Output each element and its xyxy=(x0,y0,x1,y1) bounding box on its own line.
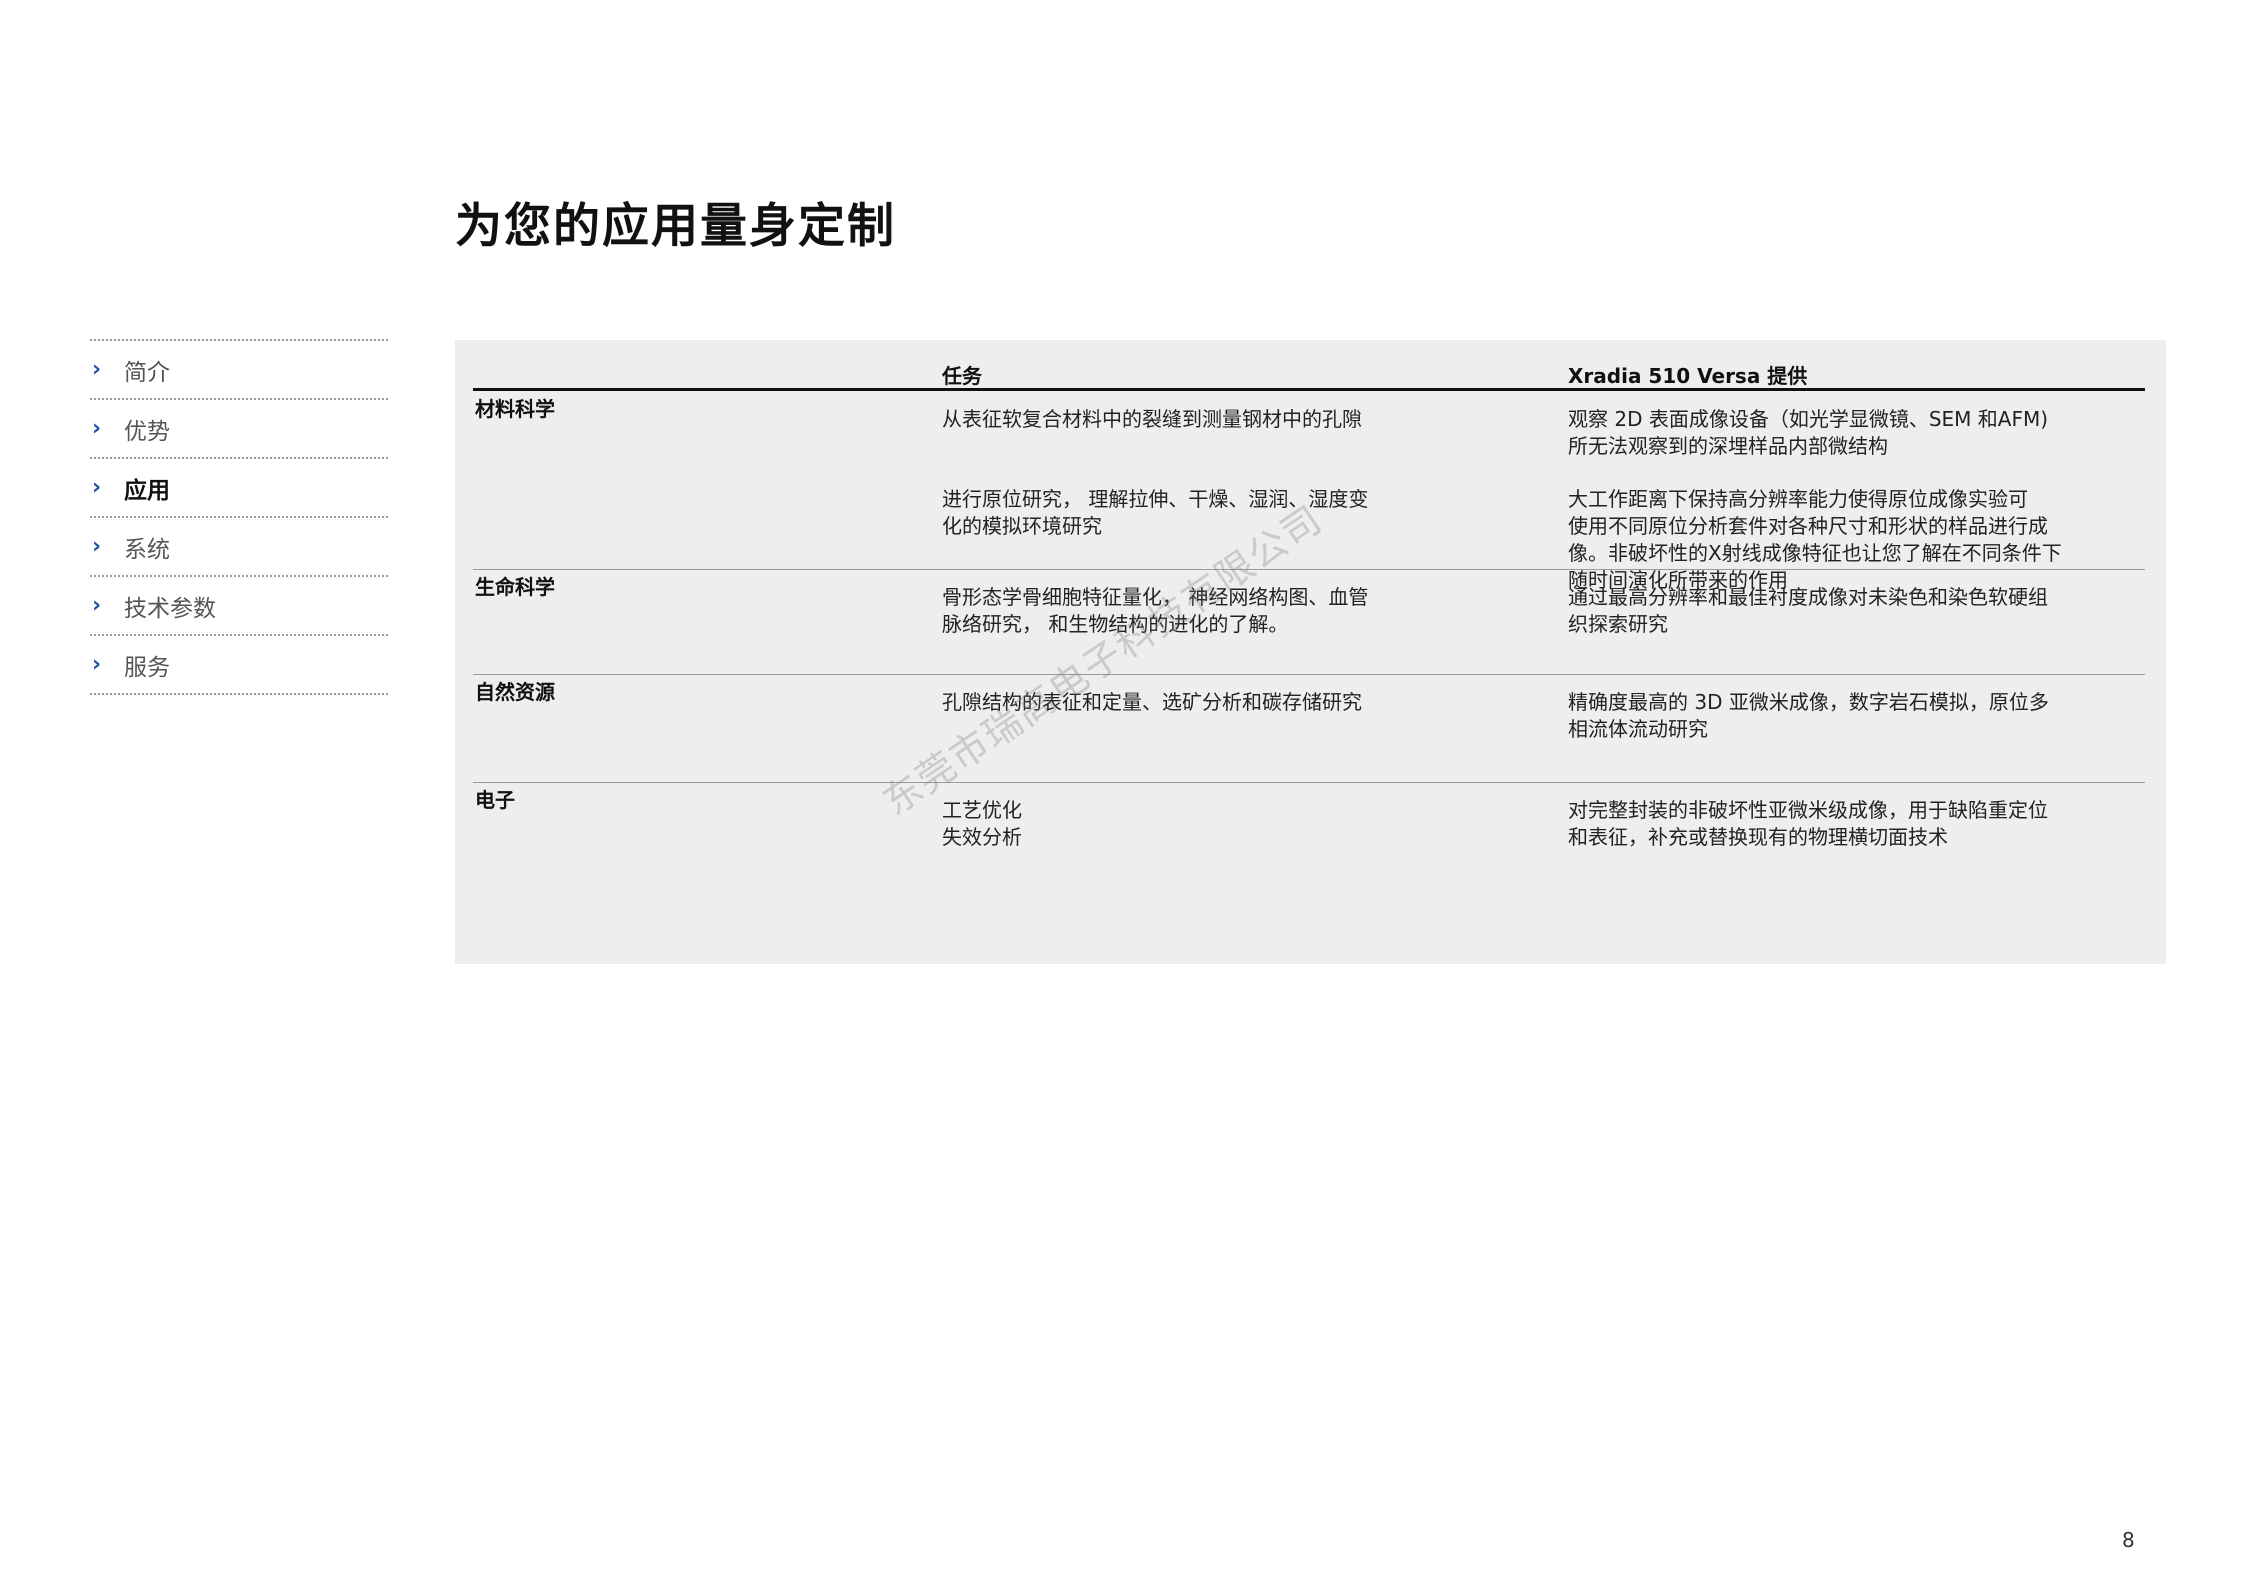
task-cell: 工艺优化 失效分析 xyxy=(942,797,1412,851)
table-row: 生命科学 骨形态学骨细胞特征量化， 神经网络构图、血管 脉络研究， 和生物结构的… xyxy=(473,570,2145,675)
row-category: 生命科学 xyxy=(475,575,555,599)
applications-table: 任务 Xradia 510 Versa 提供 材料科学 从表征软复合材料中的裂缝… xyxy=(455,340,2166,964)
task-line: 工艺优化 xyxy=(942,798,1022,822)
offer-cell: 观察 2D 表面成像设备（如光学显微镜、SEM 和AFM) 所无法观察到的深埋样… xyxy=(1568,406,2108,460)
table-header: 任务 Xradia 510 Versa 提供 xyxy=(473,358,2145,391)
chevron-right-icon: › xyxy=(92,475,102,500)
chevron-right-icon: › xyxy=(92,357,102,382)
sidebar-item-system[interactable]: › 系统 xyxy=(90,518,388,577)
offer-line: 对完整封装的非破坏性亚微米级成像，用于缺陷重定位 xyxy=(1568,798,2048,822)
task-line: 失效分析 xyxy=(942,825,1022,849)
page-title: 为您的应用量身定制 xyxy=(455,199,896,255)
sidebar-item-intro[interactable]: › 简介 xyxy=(90,341,388,400)
offer-line: 使用不同原位分析套件对各种尺寸和形状的样品进行成 xyxy=(1568,514,2048,538)
task-line: 孔隙结构的表征和定量、选矿分析和碳存储研究 xyxy=(942,690,1362,714)
offer-line: 相流体流动研究 xyxy=(1568,717,1708,741)
table-row: 电子 工艺优化 失效分析 对完整封装的非破坏性亚微米级成像，用于缺陷重定位 和表… xyxy=(473,783,2145,943)
row-category: 材料科学 xyxy=(475,397,555,421)
offer-cell: 通过最高分辨率和最佳衬度成像对未染色和染色软硬组 织探索研究 xyxy=(1568,584,2108,638)
task-line: 脉络研究， 和生物结构的进化的了解。 xyxy=(942,612,1289,636)
sidebar-item-label: 技术参数 xyxy=(124,595,216,622)
offer-line: 像。非破坏性的X射线成像特征也让您了解在不同条件下 xyxy=(1568,541,2062,565)
column-header-offer: Xradia 510 Versa 提供 xyxy=(1568,364,1808,388)
task-cell: 骨形态学骨细胞特征量化， 神经网络构图、血管 脉络研究， 和生物结构的进化的了解… xyxy=(942,584,1412,638)
task-cell: 孔隙结构的表征和定量、选矿分析和碳存储研究 xyxy=(942,689,1412,716)
chevron-right-icon: › xyxy=(92,593,102,618)
sidebar-item-label: 应用 xyxy=(124,477,170,504)
offer-line: 所无法观察到的深埋样品内部微结构 xyxy=(1568,434,1888,458)
page-number: 8 xyxy=(2122,1528,2135,1552)
row-category: 电子 xyxy=(475,788,515,812)
chevron-right-icon: › xyxy=(92,416,102,441)
offer-line: 精确度最高的 3D 亚微米成像，数字岩石模拟，原位多 xyxy=(1568,690,2049,714)
offer-line: 和表征，补充或替换现有的物理横切面技术 xyxy=(1568,825,1948,849)
offer-cell: 精确度最高的 3D 亚微米成像，数字岩石模拟，原位多 相流体流动研究 xyxy=(1568,689,2108,743)
task-line: 进行原位研究， 理解拉伸、干燥、湿润、湿度变 xyxy=(942,487,1369,511)
task-line: 从表征软复合材料中的裂缝到测量钢材中的孔隙 xyxy=(942,407,1362,431)
chevron-right-icon: › xyxy=(92,652,102,677)
sidebar-nav: › 简介 › 优势 › 应用 › 系统 › 技术参数 › 服务 xyxy=(90,339,388,695)
sidebar-item-applications[interactable]: › 应用 xyxy=(90,459,388,518)
offer-line: 大工作距离下保持高分辨率能力使得原位成像实验可 xyxy=(1568,487,2028,511)
sidebar-item-specifications[interactable]: › 技术参数 xyxy=(90,577,388,636)
offer-cell: 对完整封装的非破坏性亚微米级成像，用于缺陷重定位 和表征，补充或替换现有的物理横… xyxy=(1568,797,2108,851)
task-cell: 从表征软复合材料中的裂缝到测量钢材中的孔隙 xyxy=(942,406,1412,433)
sidebar-item-service[interactable]: › 服务 xyxy=(90,636,388,695)
offer-line: 织探索研究 xyxy=(1568,612,1668,636)
row-category: 自然资源 xyxy=(475,680,555,704)
sidebar-item-label: 系统 xyxy=(124,536,170,563)
sidebar-item-label: 优势 xyxy=(124,418,170,445)
sidebar-item-label: 简介 xyxy=(124,359,170,386)
task-cell: 进行原位研究， 理解拉伸、干燥、湿润、湿度变 化的模拟环境研究 xyxy=(942,486,1412,540)
chevron-right-icon: › xyxy=(92,534,102,559)
task-line: 骨形态学骨细胞特征量化， 神经网络构图、血管 xyxy=(942,585,1369,609)
column-header-task: 任务 xyxy=(942,364,982,388)
sidebar-item-advantages[interactable]: › 优势 xyxy=(90,400,388,459)
offer-line: 通过最高分辨率和最佳衬度成像对未染色和染色软硬组 xyxy=(1568,585,2048,609)
task-line: 化的模拟环境研究 xyxy=(942,514,1102,538)
table-row: 材料科学 从表征软复合材料中的裂缝到测量钢材中的孔隙 观察 2D 表面成像设备（… xyxy=(473,392,2145,592)
table-row: 自然资源 孔隙结构的表征和定量、选矿分析和碳存储研究 精确度最高的 3D 亚微米… xyxy=(473,675,2145,783)
sidebar-item-label: 服务 xyxy=(124,654,170,681)
offer-line: 观察 2D 表面成像设备（如光学显微镜、SEM 和AFM) xyxy=(1568,407,2049,431)
